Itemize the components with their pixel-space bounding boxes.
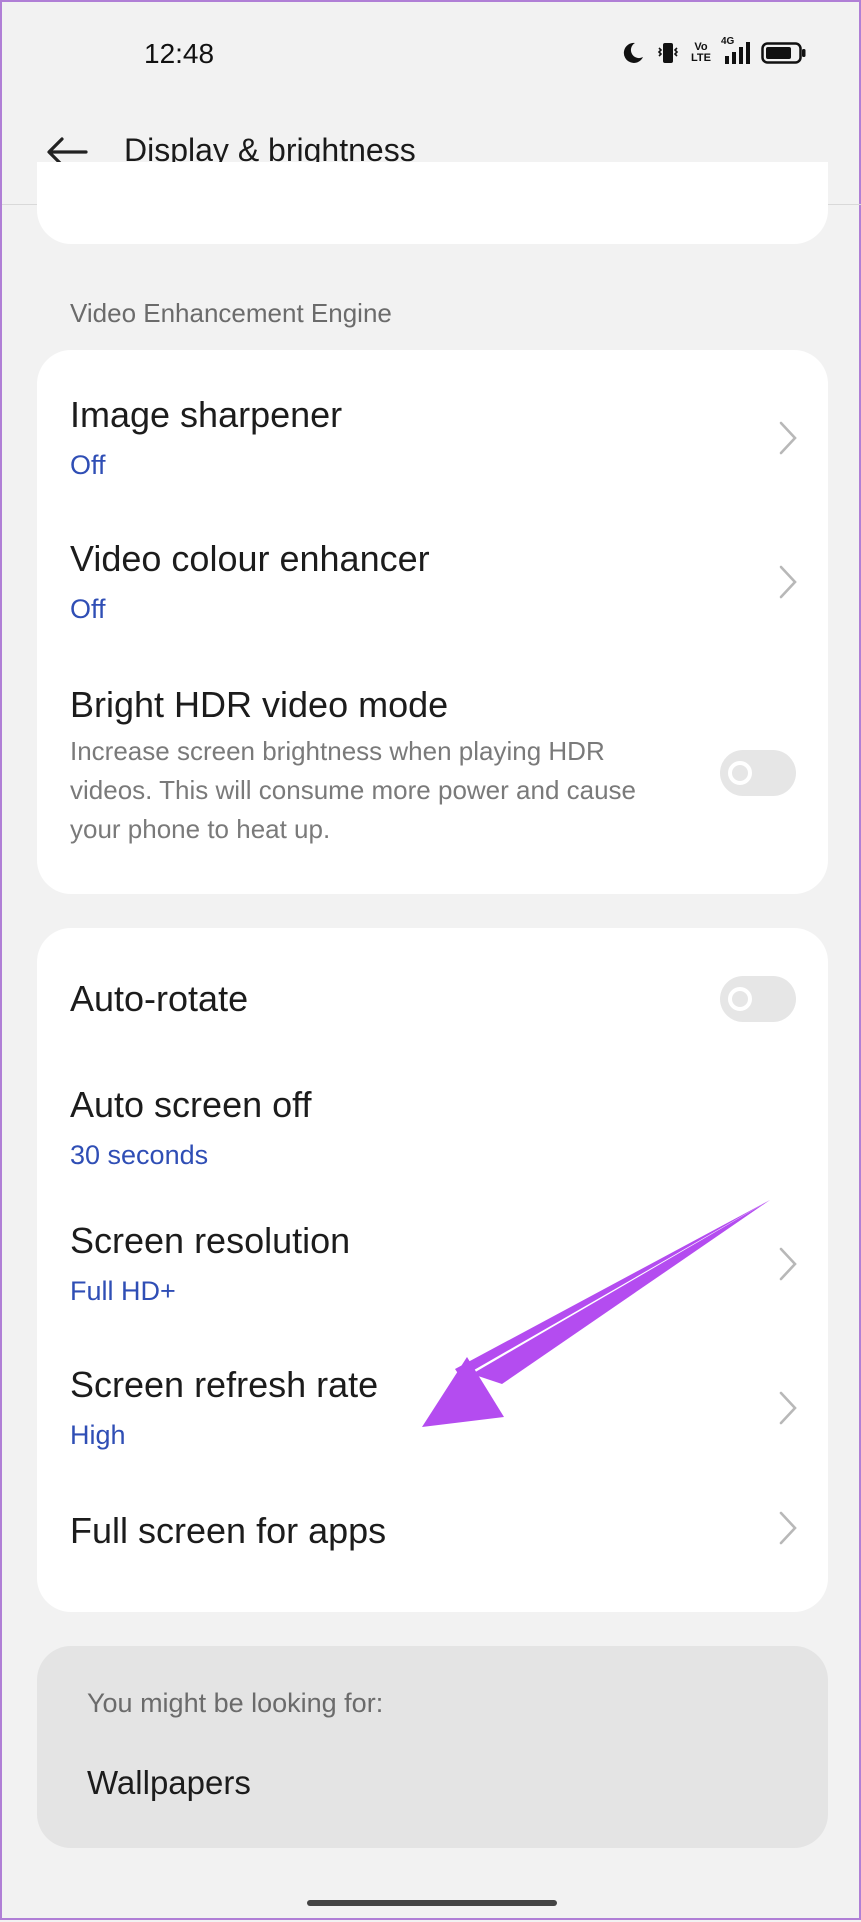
suggestions-header: You might be looking for: [87,1688,384,1718]
battery-icon [761,41,807,65]
item-title: Bright HDR video mode [70,684,449,725]
chevron-right-icon [779,565,797,599]
bright-hdr-video-mode-item: Bright HDR video mode Increase screen br… [37,638,828,894]
image-sharpener-item[interactable]: Image sharpener Off [37,350,828,494]
chevron-right-icon [779,421,797,455]
video-colour-enhancer-item[interactable]: Video colour enhancer Off [37,494,828,638]
status-icons: Vo LTE 4G [621,36,807,70]
video-settings-card: Image sharpener Off Video colour enhance… [37,350,828,894]
item-title: Auto-rotate [70,978,249,1019]
screen-resolution-item[interactable]: Screen resolution Full HD+ [37,1192,828,1336]
status-time: 12:48 [144,38,215,69]
screen-refresh-rate-item[interactable]: Screen refresh rate High [37,1336,828,1480]
item-value: Off [70,450,106,480]
chevron-right-icon [779,1391,797,1425]
chevron-right-icon [779,1247,797,1281]
auto-screen-off-item[interactable]: Auto screen off 30 seconds [37,1056,828,1192]
display-settings-card: Auto-rotate Auto screen off 30 seconds S… [37,928,828,1612]
item-value: Full HD+ [70,1276,176,1306]
auto-rotate-item: Auto-rotate [37,928,828,1056]
item-value: 30 seconds [70,1140,209,1170]
item-title: Full screen for apps [70,1510,387,1551]
item-title: Video colour enhancer [70,538,430,579]
vibrate-icon [655,40,681,66]
item-value: High [70,1420,126,1450]
signal-4g-icon: 4G [721,36,751,66]
home-indicator[interactable] [307,1900,557,1906]
section-header-video: Video Enhancement Engine [70,298,392,328]
toggle-knob [728,987,752,1011]
moon-icon [621,41,645,65]
item-value: Off [70,594,106,624]
suggestion-wallpapers[interactable]: Wallpapers [87,1764,251,1802]
item-title: Image sharpener [70,394,343,435]
toggle-knob [728,761,752,785]
item-title: Screen refresh rate [70,1364,379,1405]
status-bar: 12:48 Vo LTE 4G [2,2,861,102]
previous-settings-card [37,162,828,244]
item-description: Increase screen brightness when playing … [70,736,637,844]
item-title: Screen resolution [70,1220,351,1261]
volte-icon: Vo LTE [691,41,711,64]
auto-rotate-toggle[interactable] [720,976,796,1022]
item-title: Auto screen off [70,1084,312,1125]
full-screen-for-apps-item[interactable]: Full screen for apps [37,1480,828,1612]
suggestions-card: You might be looking for: Wallpapers [37,1646,828,1848]
chevron-right-icon [779,1511,797,1545]
bright-hdr-toggle[interactable] [720,750,796,796]
